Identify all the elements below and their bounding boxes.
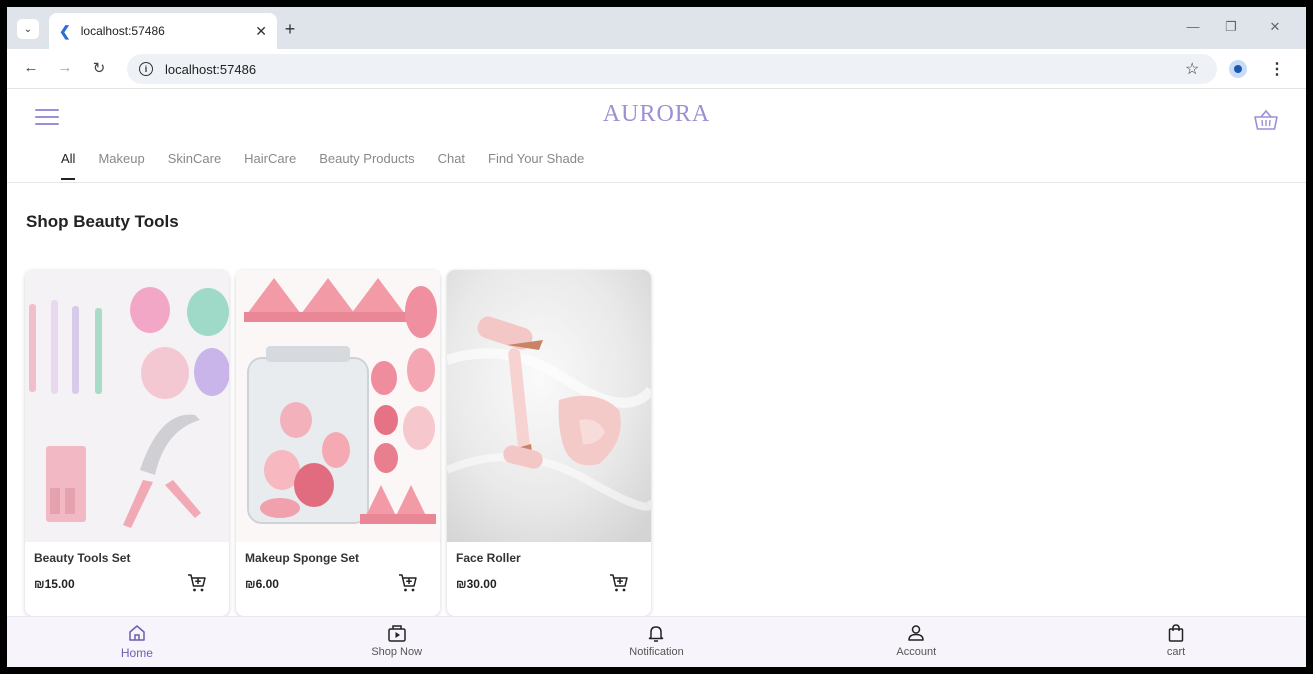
product-name: Face Roller [456, 551, 521, 565]
nav-label: Notification [629, 646, 684, 658]
tab-haircare[interactable]: HairCare [244, 151, 296, 176]
product-price: ₪6.00 [245, 577, 279, 591]
flutter-favicon-icon: ❮ [59, 22, 71, 39]
product-image[interactable] [447, 270, 651, 542]
bell-icon [649, 626, 664, 642]
nav-home[interactable]: Home [7, 617, 267, 667]
close-window-button[interactable]: ✕ [1265, 19, 1285, 35]
browser-tab[interactable]: ❮ localhost:57486 ✕ [49, 13, 277, 49]
bookmark-star-icon[interactable]: ☆ [1185, 59, 1199, 79]
product-card[interactable]: Face Roller ₪30.00 [447, 270, 651, 616]
restore-button[interactable]: ❐ [1221, 19, 1241, 35]
product-price: ₪30.00 [456, 577, 497, 591]
shop-now-icon [387, 625, 406, 642]
back-button[interactable]: ← [21, 59, 41, 76]
product-card[interactable]: Makeup Sponge Set ₪6.00 [236, 270, 440, 616]
app-content: AURORA All Makeup SkinCare HairCare Beau… [7, 89, 1306, 667]
minimize-button[interactable]: — [1183, 19, 1203, 34]
tab-all[interactable]: All [61, 151, 76, 180]
nav-notification[interactable]: Notification [527, 617, 787, 667]
tab-find-your-shade[interactable]: Find Your Shade [488, 151, 584, 176]
nav-label: Shop Now [371, 646, 423, 658]
profile-avatar-icon[interactable] [1229, 60, 1247, 78]
category-tabs: All Makeup SkinCare HairCare Beauty Prod… [61, 151, 607, 180]
tab-beauty-products[interactable]: Beauty Products [319, 151, 414, 176]
shopping-bag-icon [1168, 624, 1184, 642]
basket-icon[interactable] [1253, 109, 1279, 131]
product-price: ₪15.00 [34, 577, 75, 591]
home-icon [129, 625, 145, 641]
section-title: Shop Beauty Tools [26, 212, 179, 231]
browser-window: ⌄ ❮ localhost:57486 ✕ + — ❐ ✕ ← → ↻ i lo… [7, 7, 1306, 667]
add-to-cart-icon[interactable] [609, 573, 629, 593]
brand-logo: AURORA [602, 101, 711, 127]
tab-title: localhost:57486 [80, 24, 165, 38]
nav-account[interactable]: Account [786, 617, 1046, 667]
product-image[interactable] [25, 270, 229, 542]
tab-skincare[interactable]: SkinCare [168, 151, 221, 176]
nav-cart[interactable]: cart [1046, 617, 1306, 667]
add-to-cart-icon[interactable] [398, 573, 418, 593]
browser-menu-icon[interactable]: ⋮ [1269, 59, 1285, 79]
product-grid: Beauty Tools Set ₪15.00 Makeup Sponge Se… [25, 270, 658, 616]
forward-button[interactable]: → [55, 59, 75, 76]
add-to-cart-icon[interactable] [187, 573, 207, 593]
nav-label: cart [1166, 646, 1186, 658]
tab-search-button[interactable]: ⌄ [17, 19, 39, 39]
tab-makeup[interactable]: Makeup [98, 151, 144, 176]
product-name: Beauty Tools Set [34, 551, 131, 565]
tab-strip: ⌄ ❮ localhost:57486 ✕ + — ❐ ✕ [7, 7, 1306, 49]
address-bar[interactable]: i localhost:57486 [127, 54, 1217, 84]
nav-label: Account [896, 646, 937, 658]
bottom-navigation: Home Shop Now Notification Account cart [7, 616, 1306, 667]
category-divider [7, 182, 1306, 183]
browser-toolbar: ← → ↻ i localhost:57486 ☆ ⋮ [7, 49, 1306, 89]
reload-button[interactable]: ↻ [89, 59, 109, 77]
nav-shop-now[interactable]: Shop Now [267, 617, 527, 667]
product-card[interactable]: Beauty Tools Set ₪15.00 [25, 270, 229, 616]
new-tab-button[interactable]: + [279, 19, 301, 40]
product-name: Makeup Sponge Set [245, 551, 360, 565]
tab-chat[interactable]: Chat [438, 151, 465, 176]
person-icon [908, 625, 925, 641]
product-image[interactable] [236, 270, 440, 542]
nav-label: Home [120, 646, 153, 660]
close-tab-icon[interactable]: ✕ [255, 23, 267, 40]
url-text: localhost:57486 [165, 61, 257, 77]
site-info-icon[interactable]: i [139, 62, 153, 76]
